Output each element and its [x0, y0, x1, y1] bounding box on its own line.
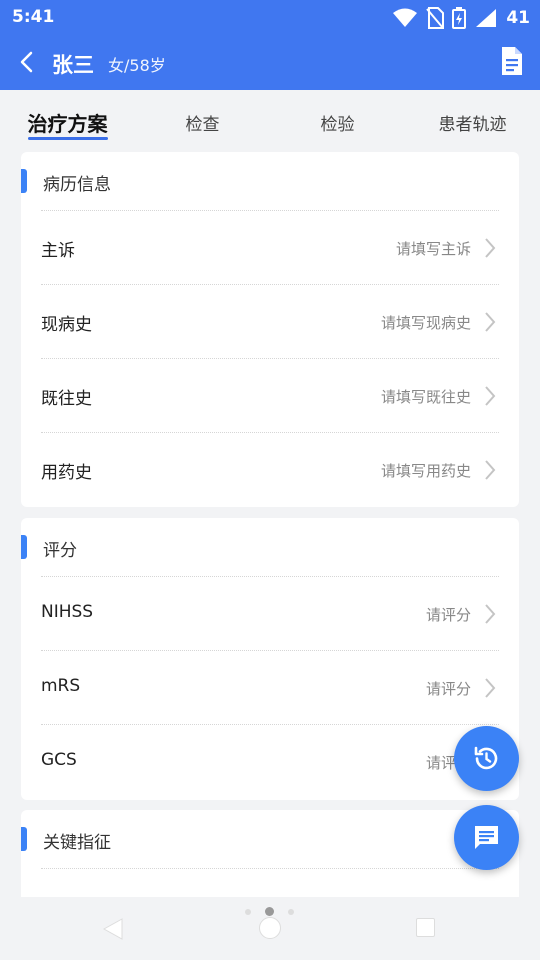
tab-lab-test[interactable]: 检验 [270, 90, 405, 146]
patient-name: 张三 [52, 53, 94, 77]
medication-history-row[interactable]: 用药史 请填写用药史 [41, 432, 499, 506]
tab-label: 检查 [185, 115, 220, 135]
nihss-row[interactable]: NIHSS 请评分 [41, 576, 499, 650]
section-accent-bar [21, 827, 27, 851]
row-label: 主诉 [41, 241, 75, 261]
system-nav-bar [0, 897, 540, 960]
page-indicator [245, 907, 294, 916]
past-history-row[interactable]: 既往史 请填写既往史 [41, 358, 499, 432]
row-hint: 请填写现病史 [380, 314, 471, 332]
tab-label: 检验 [320, 115, 355, 135]
status-battery-text: 41 [506, 8, 530, 28]
gcs-row[interactable]: GCS 请评分 [41, 724, 499, 798]
mrs-row[interactable]: mRS 请评分 [41, 650, 499, 724]
tab-bar: 治疗方案 检查 检验 患者轨迹 [0, 90, 540, 146]
row-hint: 请填写用药史 [380, 462, 471, 480]
app-bar: 张三 女/58岁 [0, 36, 540, 90]
chevron-right-icon [485, 312, 496, 332]
signal-icon [476, 9, 497, 27]
row-label: 用药史 [41, 463, 92, 483]
page-dot-active [265, 907, 274, 916]
page-dot [245, 908, 251, 915]
nav-back-icon[interactable] [102, 917, 124, 941]
history-fab-button[interactable] [454, 726, 519, 791]
row-label: mRS [41, 676, 81, 696]
row-hint: 请填写主诉 [395, 240, 471, 258]
chat-fab-button[interactable] [454, 805, 519, 870]
battery-charging-icon [452, 7, 467, 29]
status-icons: 41 [392, 6, 530, 30]
card-header: 评分 [21, 518, 519, 576]
tab-patient-trajectory[interactable]: 患者轨迹 [405, 90, 540, 146]
card-header: 病历信息 [21, 152, 519, 210]
present-illness-row[interactable]: 现病史 请填写现病史 [41, 284, 499, 358]
vitals-row[interactable] [41, 868, 499, 897]
page-dot [288, 908, 294, 915]
history-icon [474, 746, 498, 770]
chevron-right-icon [485, 386, 496, 406]
chevron-right-icon [485, 238, 496, 258]
key-vitals-card: 关键指征 [21, 810, 519, 897]
row-label: GCS [41, 750, 77, 770]
document-icon[interactable] [498, 45, 526, 77]
section-title: 关键指征 [43, 833, 111, 853]
row-hint: 请填写既往史 [380, 388, 471, 406]
row-label: 现病史 [41, 315, 92, 335]
patient-info: 女/58岁 [108, 56, 166, 75]
nav-home-icon[interactable] [259, 917, 281, 939]
wifi-icon [393, 8, 418, 27]
tab-label: 患者轨迹 [438, 115, 507, 135]
chief-complaint-row[interactable]: 主诉 请填写主诉 [41, 210, 499, 284]
row-label: 既往史 [41, 389, 92, 409]
chevron-right-icon [485, 460, 496, 480]
section-title: 病历信息 [43, 175, 111, 195]
status-bar: 5:41 41 [0, 0, 540, 36]
row-hint: 请评分 [425, 606, 471, 624]
section-accent-bar [21, 535, 27, 559]
tab-label: 治疗方案 [27, 112, 108, 136]
status-time: 5:41 [12, 7, 55, 27]
back-arrow-icon[interactable] [14, 48, 42, 76]
tab-examination[interactable]: 检查 [135, 90, 270, 146]
nav-recent-apps-icon[interactable] [416, 918, 435, 937]
chevron-right-icon [485, 604, 496, 624]
chat-icon [475, 826, 498, 849]
score-card: 评分 NIHSS 请评分 mRS 请评分 GCS 请评分 [21, 518, 519, 800]
tab-treatment-plan[interactable]: 治疗方案 [0, 90, 135, 146]
card-header: 关键指征 [21, 810, 519, 868]
row-hint: 请评分 [425, 680, 471, 698]
section-title: 评分 [43, 541, 77, 561]
no-sim-icon [426, 7, 445, 29]
chevron-right-icon [485, 678, 496, 698]
active-tab-indicator [27, 137, 108, 140]
section-accent-bar [21, 169, 27, 193]
row-label: NIHSS [41, 602, 94, 622]
medical-history-card: 病历信息 主诉 请填写主诉 现病史 请填写现病史 既往史 请填写既往史 用药史 … [21, 152, 519, 507]
